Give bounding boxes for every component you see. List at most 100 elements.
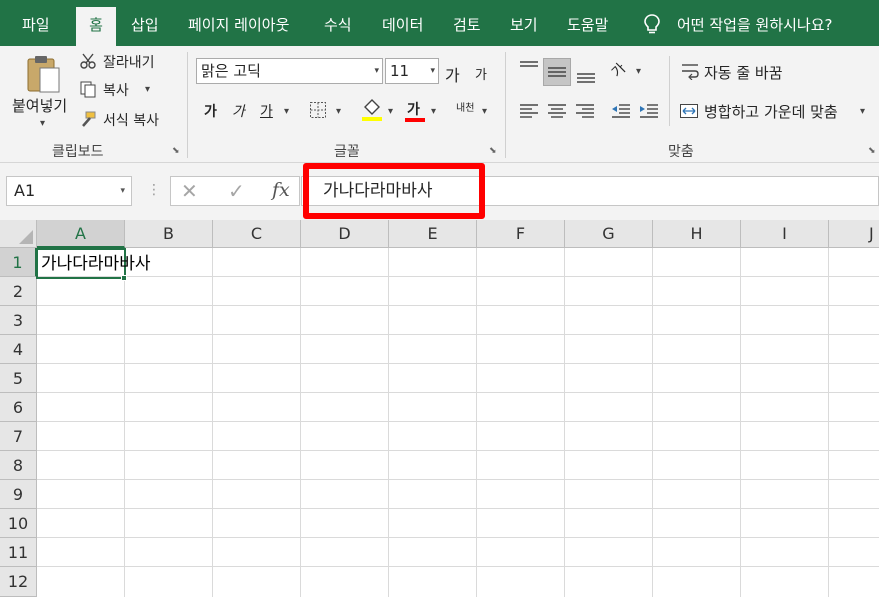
column-header-f[interactable]: F [477,220,565,248]
align-top-icon[interactable] [518,60,540,78]
ribbon: 붙여넣기 ▾ 잘라내기 복사 ▾ 서식 복사 클립보드 ⬊ 맑은 고딕 ▾ 11… [0,46,879,163]
gridline [37,508,879,509]
cut-button[interactable]: 잘라내기 [103,52,155,72]
row-header-6[interactable]: 6 [0,393,37,422]
select-all-icon [19,230,33,244]
increase-indent-icon[interactable] [638,102,660,120]
format-painter-button[interactable]: 서식 복사 [103,110,159,130]
column-header-e[interactable]: E [389,220,477,248]
row-header-9[interactable]: 9 [0,480,37,509]
gridline [300,248,301,597]
row-header-3[interactable]: 3 [0,306,37,335]
align-middle-button[interactable] [543,58,571,86]
menu-bar: 파일 홈 삽입 페이지 레이아웃 수식 데이터 검토 보기 도움말 어떤 작업을… [0,0,879,46]
row-header-1[interactable]: 1 [0,248,37,277]
fill-color-dropdown-icon[interactable]: ▾ [388,106,393,117]
row-header-12[interactable]: 12 [0,567,37,597]
tell-me-search[interactable]: 어떤 작업을 원하시나요? [677,0,833,50]
font-color-bar [405,118,425,122]
orientation-dropdown-icon[interactable]: ▾ [636,66,641,77]
column-header-c[interactable]: C [213,220,301,248]
insert-function-button[interactable]: fx [272,179,290,201]
orientation-button[interactable]: 가 [607,58,630,81]
gridline [388,248,389,597]
alignment-launcher-icon[interactable]: ⬊ [868,146,878,156]
chevron-down-icon[interactable]: ▾ [430,59,435,83]
row-header-10[interactable]: 10 [0,509,37,538]
font-color-dropdown-icon[interactable]: ▾ [431,106,436,117]
paste-dropdown-icon[interactable]: ▾ [40,118,45,129]
tab-insert[interactable]: 삽입 [131,0,159,46]
merge-dropdown-icon[interactable]: ▾ [860,106,865,117]
italic-button[interactable]: 가 [232,101,245,121]
phonetic-button[interactable]: 내천 [456,99,474,114]
worksheet-grid[interactable]: A B C D E F G H I J 1 2 3 4 5 6 7 8 9 10… [0,220,879,597]
clipboard-launcher-icon[interactable]: ⬊ [172,146,182,156]
column-header-a[interactable]: A [37,220,125,248]
tab-review[interactable]: 검토 [453,0,481,46]
paste-icon[interactable] [25,54,61,94]
phonetic-dropdown-icon[interactable]: ▾ [482,106,487,117]
divider [187,52,188,158]
font-name-combo[interactable]: 맑은 고딕 ▾ [196,58,383,84]
align-left-icon[interactable] [518,102,540,120]
decrease-font-button[interactable]: 가 [475,64,487,83]
column-header-h[interactable]: H [653,220,741,248]
format-painter-icon [82,111,96,127]
bold-button[interactable]: 가 [204,101,217,121]
underline-dropdown-icon[interactable]: ▾ [284,106,289,117]
lightbulb-icon [644,14,660,34]
align-bottom-icon[interactable] [575,66,597,84]
column-header-b[interactable]: B [125,220,213,248]
row-header-8[interactable]: 8 [0,451,37,480]
row-header-4[interactable]: 4 [0,335,37,364]
merge-center-button[interactable]: 병합하고 가운데 맞춤 [704,101,838,122]
column-header-g[interactable]: G [565,220,653,248]
gridline [828,248,829,597]
font-color-button[interactable]: 가 [407,99,420,119]
row-header-2[interactable]: 2 [0,277,37,306]
name-box[interactable]: A1 ▾ [6,176,132,206]
tab-help[interactable]: 도움말 [567,0,608,46]
select-all-button[interactable] [0,220,37,248]
decrease-indent-icon[interactable] [610,102,632,120]
wrap-text-button[interactable]: 자동 줄 바꿈 [704,62,783,83]
gridline [37,421,879,422]
copy-button[interactable]: 복사 [103,80,129,100]
font-size-combo[interactable]: 11 ▾ [385,58,439,84]
scissors-icon [80,53,96,69]
align-right-icon[interactable] [574,102,596,120]
column-header-j[interactable]: J [829,220,879,248]
fill-color-icon[interactable] [361,98,383,122]
tab-data[interactable]: 데이터 [382,0,423,46]
gridline [37,305,879,306]
chevron-down-icon[interactable]: ▾ [120,177,125,205]
font-group-label: 글꼴 [334,144,360,160]
font-launcher-icon[interactable]: ⬊ [489,146,499,156]
tab-view[interactable]: 보기 [510,0,538,46]
align-center-icon[interactable] [546,102,568,120]
divider [669,56,670,126]
chevron-down-icon[interactable]: ▾ [374,59,379,83]
paste-button[interactable]: 붙여넣기 [12,95,67,116]
tab-page-layout[interactable]: 페이지 레이아웃 [188,0,289,46]
border-icon[interactable] [309,101,327,119]
clipboard-group-label: 클립보드 [52,144,104,160]
column-header-i[interactable]: I [741,220,829,248]
border-dropdown-icon[interactable]: ▾ [336,106,341,117]
gridline [37,450,879,451]
highlight-box [303,163,485,219]
copy-dropdown-icon[interactable]: ▾ [145,84,150,95]
tab-home[interactable]: 홈 [76,7,116,46]
cancel-icon[interactable]: ✕ [181,179,198,203]
underline-button[interactable]: 가 [260,101,273,121]
enter-icon[interactable]: ✓ [228,179,245,203]
column-header-d[interactable]: D [301,220,389,248]
tab-file[interactable]: 파일 [22,0,50,46]
increase-font-button[interactable]: 가 [445,62,460,86]
tab-formulas[interactable]: 수식 [324,0,352,46]
row-header-11[interactable]: 11 [0,538,37,567]
row-header-7[interactable]: 7 [0,422,37,451]
font-size-value: 11 [390,62,410,80]
row-header-5[interactable]: 5 [0,364,37,393]
